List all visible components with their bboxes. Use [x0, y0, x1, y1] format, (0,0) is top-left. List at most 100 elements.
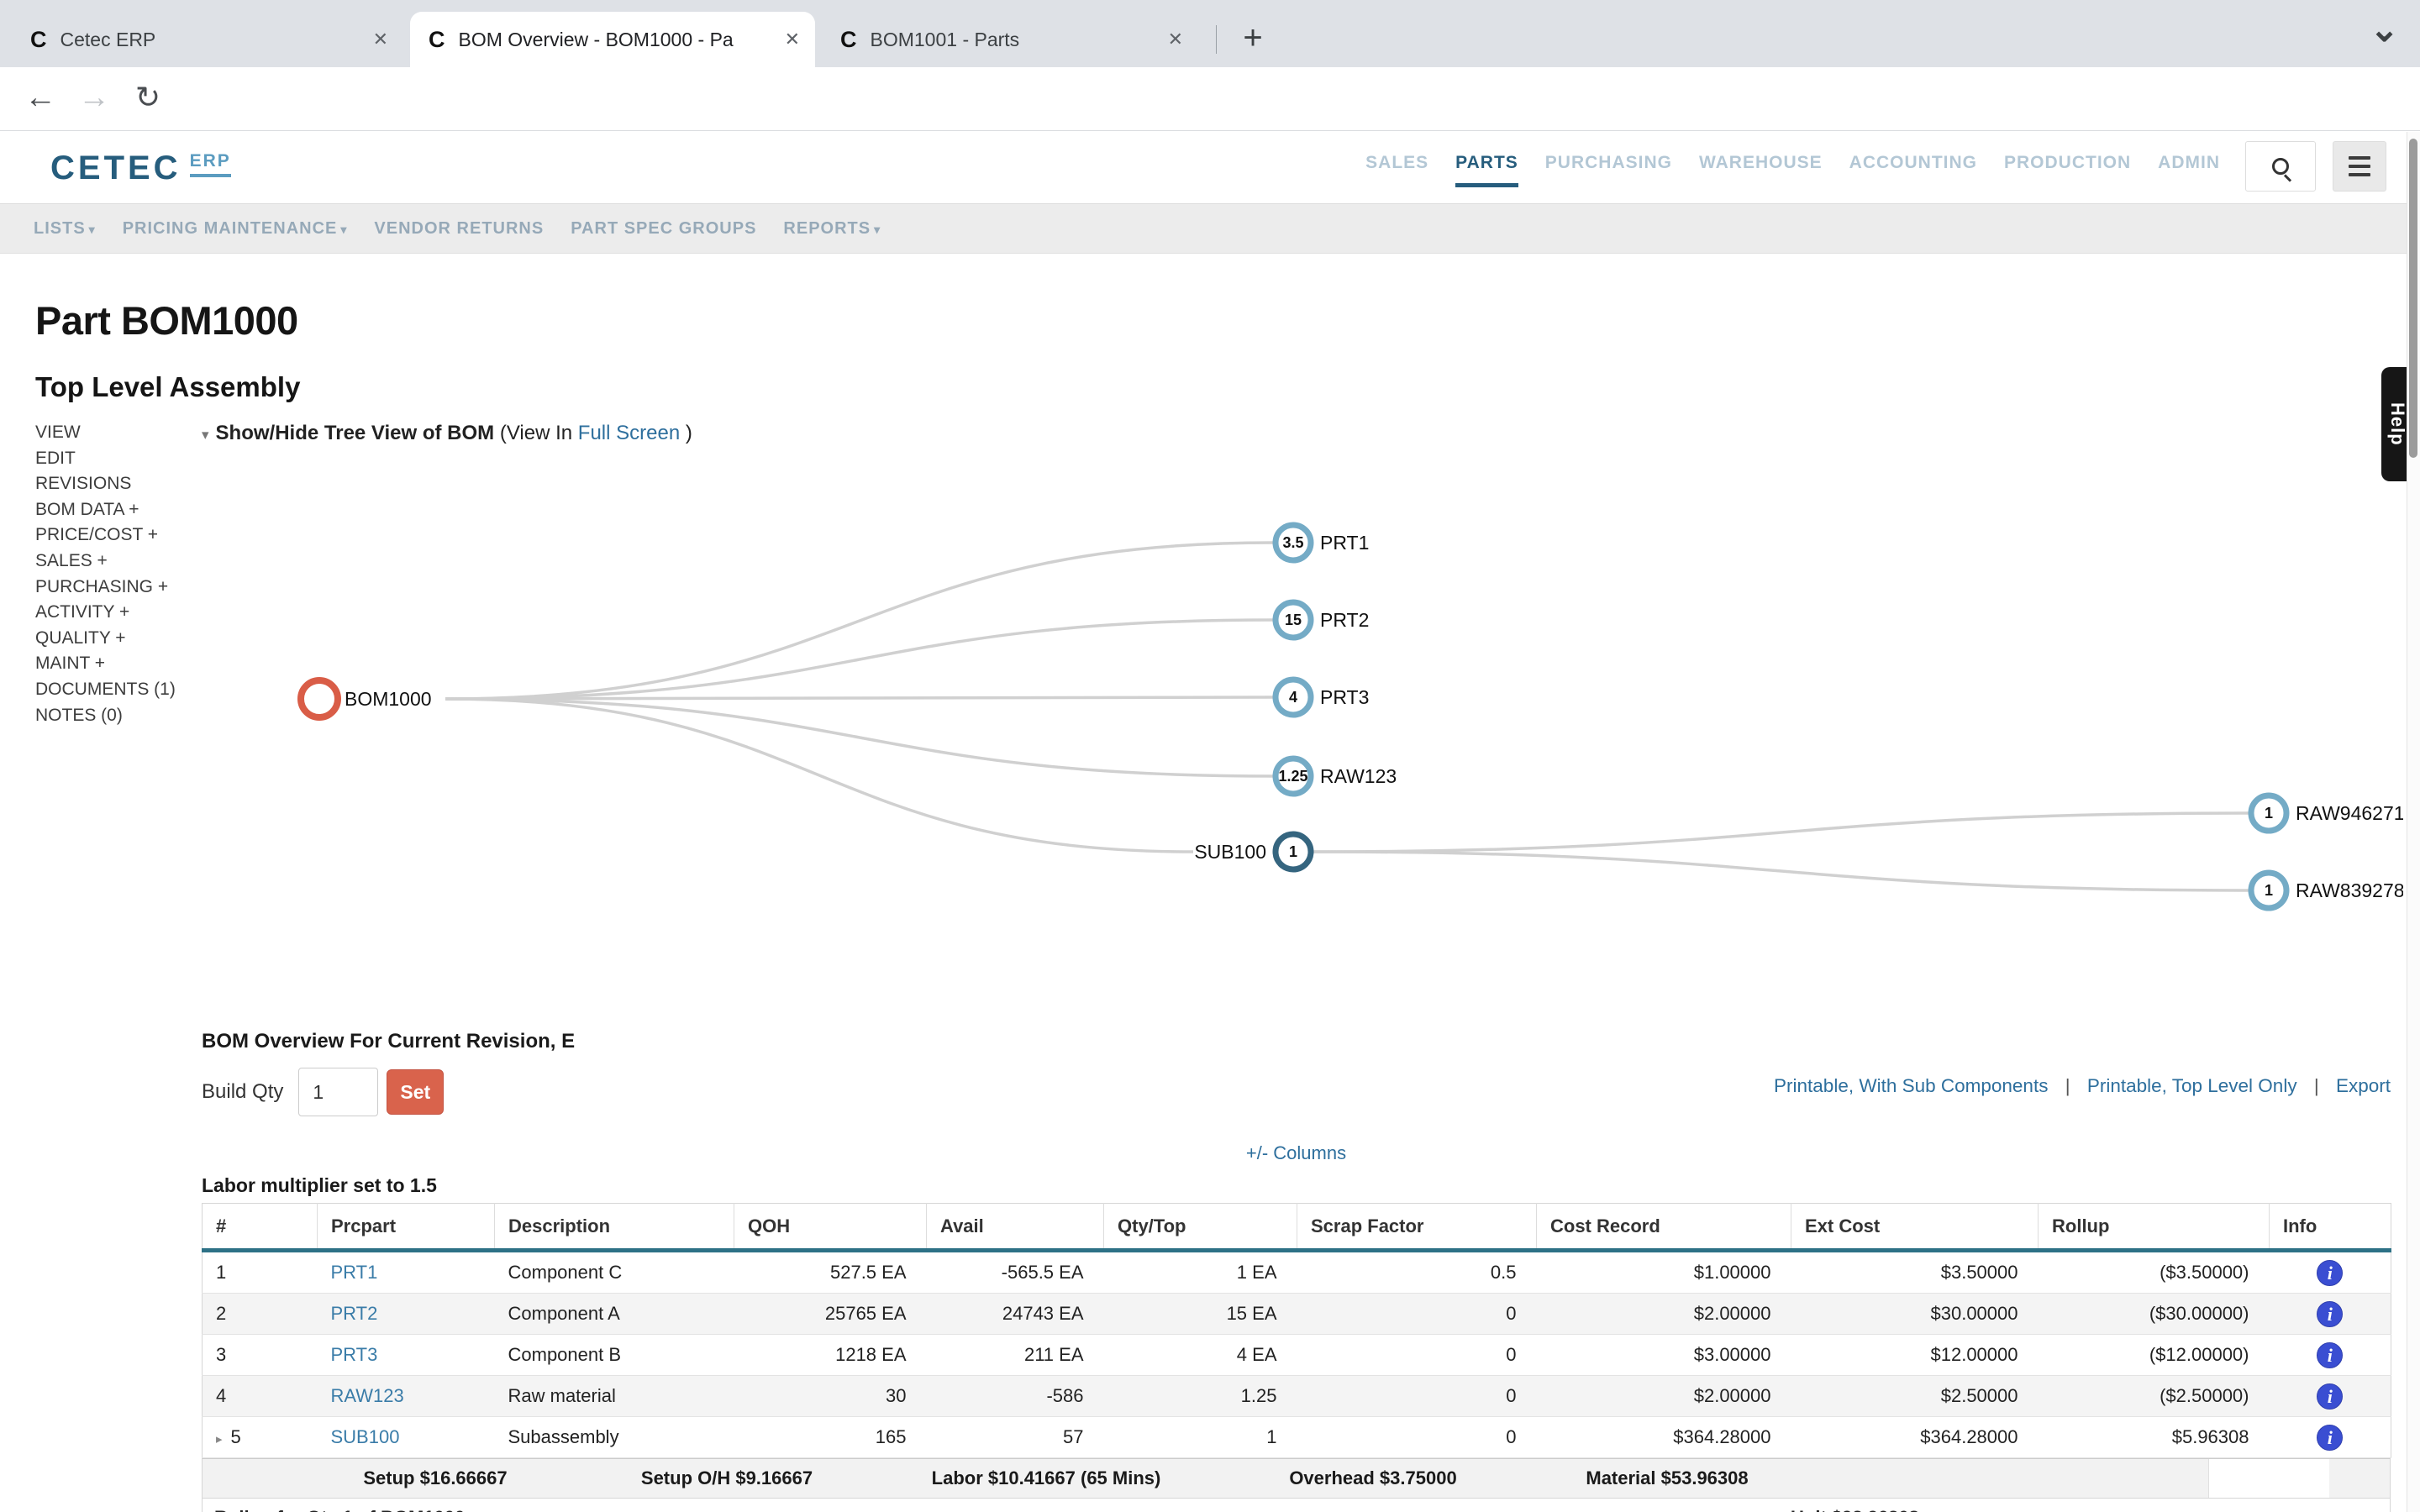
printable-top-level-link[interactable]: Printable, Top Level Only: [2087, 1075, 2297, 1096]
bom-tree-view: BOM1000 3.5 PRT1 15 PRT2 4 PRT3 1.25 RAW…: [202, 454, 2403, 1025]
info-icon[interactable]: i: [2317, 1342, 2343, 1368]
tree-node-raw123[interactable]: 1.25 RAW123: [1276, 759, 1397, 794]
build-qty-input[interactable]: [298, 1068, 378, 1116]
nav-admin[interactable]: ADMIN: [2158, 153, 2220, 187]
info-icon[interactable]: i: [2317, 1301, 2343, 1327]
prcpart-link[interactable]: PRT1: [331, 1262, 378, 1283]
sidemenu-revisions[interactable]: REVISIONS: [35, 471, 176, 497]
svg-text:RAW9462711: RAW9462711: [2296, 802, 2403, 824]
bom-table: # Prcpart Description QOH Avail Qty/Top …: [202, 1203, 2391, 1458]
sidemenu-notes[interactable]: NOTES (0): [35, 703, 176, 729]
tree-node-prt1[interactable]: 3.5 PRT1: [1276, 525, 1369, 560]
prcpart-link[interactable]: PRT2: [331, 1303, 378, 1324]
chevron-down-icon: ▾: [89, 223, 96, 236]
chevron-down-icon: ▾: [874, 223, 881, 236]
sidemenu-view[interactable]: VIEW: [35, 420, 176, 446]
nav-warehouse[interactable]: WAREHOUSE: [1699, 153, 1823, 187]
tab-bom1001-parts[interactable]: C BOM1001 - Parts ✕: [822, 12, 1198, 67]
rollup-unit-cost: Unit $93.96308: [1791, 1507, 1919, 1512]
back-icon[interactable]: ←: [17, 67, 64, 131]
pipe-divider: |: [2065, 1075, 2070, 1096]
tab-search-chevron-icon[interactable]: ⌄: [2370, 8, 2399, 50]
set-button[interactable]: Set: [387, 1069, 444, 1115]
sidemenu-sales[interactable]: SALES +: [35, 549, 176, 575]
cell-prcpart: PRT3: [318, 1335, 495, 1376]
subnav-pricing-maintenance[interactable]: PRICING MAINTENANCE▾: [123, 219, 348, 239]
tree-node-prt3[interactable]: 4 PRT3: [1276, 680, 1369, 715]
cell-num: 2: [203, 1294, 318, 1335]
prcpart-link[interactable]: PRT3: [331, 1344, 378, 1365]
tree-node-raw8392785[interactable]: 1 RAW8392785: [2251, 873, 2403, 908]
sidemenu-activity[interactable]: ACTIVITY +: [35, 600, 176, 626]
view-in-suffix: ): [686, 422, 692, 444]
browser-toolbar: ← → ↻ demo.cetecerp.com/part/195/compone…: [0, 67, 2420, 131]
labor-multiplier-note: Labor multiplier set to 1.5: [202, 1174, 437, 1197]
nav-sales[interactable]: SALES: [1365, 153, 1428, 187]
cell-avail: -565.5 EA: [927, 1251, 1104, 1294]
close-icon[interactable]: ✕: [1168, 29, 1183, 50]
tree-node-bom1000[interactable]: BOM1000: [301, 680, 432, 717]
subnav-vendor-returns[interactable]: VENDOR RETURNS: [374, 219, 544, 239]
nav-production[interactable]: PRODUCTION: [2004, 153, 2131, 187]
cell-qty-top: 1 EA: [1104, 1251, 1297, 1294]
printable-with-subs-link[interactable]: Printable, With Sub Components: [1774, 1075, 2048, 1096]
prcpart-link[interactable]: RAW123: [331, 1385, 404, 1406]
subnav-reports[interactable]: REPORTS▾: [783, 219, 881, 239]
tree-toggle-label[interactable]: Show/Hide Tree View of BOM: [216, 422, 495, 444]
new-tab-button[interactable]: +: [1232, 18, 1274, 60]
sidemenu-purchasing[interactable]: PURCHASING +: [35, 575, 176, 601]
export-link[interactable]: Export: [2336, 1075, 2391, 1096]
pipe-divider: |: [2314, 1075, 2319, 1096]
cell-qty-top: 1: [1104, 1417, 1297, 1458]
cell-ext-cost: $30.00000: [1791, 1294, 2039, 1335]
nav-accounting[interactable]: ACCOUNTING: [1849, 153, 1977, 187]
hamburger-menu-button[interactable]: [2333, 141, 2386, 192]
expand-row-icon[interactable]: ▸: [216, 1432, 223, 1446]
close-icon[interactable]: ✕: [373, 29, 388, 50]
rollup-row: Rollup for Qty 1 of BOM1000 Unit $93.963…: [202, 1499, 2391, 1512]
cell-rollup: ($2.50000): [2039, 1376, 2270, 1417]
columns-link-row: +/- Columns: [202, 1142, 2391, 1164]
cell-description: Raw material: [495, 1376, 734, 1417]
col-header-avail: Avail: [927, 1204, 1104, 1251]
sidemenu-maint[interactable]: MAINT +: [35, 651, 176, 677]
close-icon[interactable]: ✕: [785, 29, 800, 50]
plus-minus-columns-link[interactable]: +/- Columns: [1246, 1142, 1346, 1163]
tab-cetec-erp[interactable]: C Cetec ERP ✕: [12, 12, 403, 67]
tree-node-raw9462711[interactable]: 1 RAW9462711: [2251, 795, 2403, 831]
col-header-info: Info: [2270, 1204, 2391, 1251]
subnav-part-spec-groups[interactable]: PART SPEC GROUPS: [571, 219, 756, 239]
cetec-erp-logo[interactable]: CETEC ERP: [50, 150, 231, 187]
col-header-prcpart: Prcpart: [318, 1204, 495, 1251]
sidemenu-bom-data[interactable]: BOM DATA +: [35, 497, 176, 523]
reload-icon[interactable]: ↻: [124, 67, 171, 131]
material-total: Material $53.96308: [1586, 1459, 1748, 1498]
sidemenu-quality[interactable]: QUALITY +: [35, 626, 176, 652]
info-icon[interactable]: i: [2317, 1425, 2343, 1451]
nav-parts[interactable]: PARTS: [1455, 153, 1518, 187]
cell-scrap-factor: 0: [1297, 1335, 1537, 1376]
scrollbar-thumb[interactable]: [2409, 139, 2417, 458]
full-screen-link[interactable]: Full Screen: [578, 422, 680, 444]
info-icon[interactable]: i: [2317, 1260, 2343, 1286]
sidemenu-edit[interactable]: EDIT: [35, 446, 176, 472]
col-header-qty-top: Qty/Top: [1104, 1204, 1297, 1251]
cell-num: 1: [203, 1251, 318, 1294]
tree-node-prt2[interactable]: 15 PRT2: [1276, 602, 1369, 638]
sidemenu-price-cost[interactable]: PRICE/COST +: [35, 522, 176, 549]
tree-toggle-row: ▾Show/Hide Tree View of BOM (View In Ful…: [202, 422, 692, 445]
cell-num: 3: [203, 1335, 318, 1376]
sidemenu-documents[interactable]: DOCUMENTS (1): [35, 677, 176, 703]
part-side-menu: VIEW EDIT REVISIONS BOM DATA + PRICE/COS…: [35, 420, 176, 728]
tree-node-sub100[interactable]: 1 SUB100: [1194, 834, 1311, 869]
logo-primary: CETEC: [50, 150, 182, 187]
subnav-lists[interactable]: LISTS▾: [34, 219, 96, 239]
info-icon[interactable]: i: [2317, 1383, 2343, 1410]
search-button[interactable]: [2245, 141, 2316, 192]
print-export-links: Printable, With Sub Components | Printab…: [1774, 1075, 2391, 1097]
tab-bom-overview[interactable]: C BOM Overview - BOM1000 - Pa ✕: [410, 12, 815, 67]
svg-text:PRT1: PRT1: [1320, 532, 1369, 554]
nav-purchasing[interactable]: PURCHASING: [1545, 153, 1672, 187]
prcpart-link[interactable]: SUB100: [331, 1426, 400, 1447]
cell-prcpart: RAW123: [318, 1376, 495, 1417]
